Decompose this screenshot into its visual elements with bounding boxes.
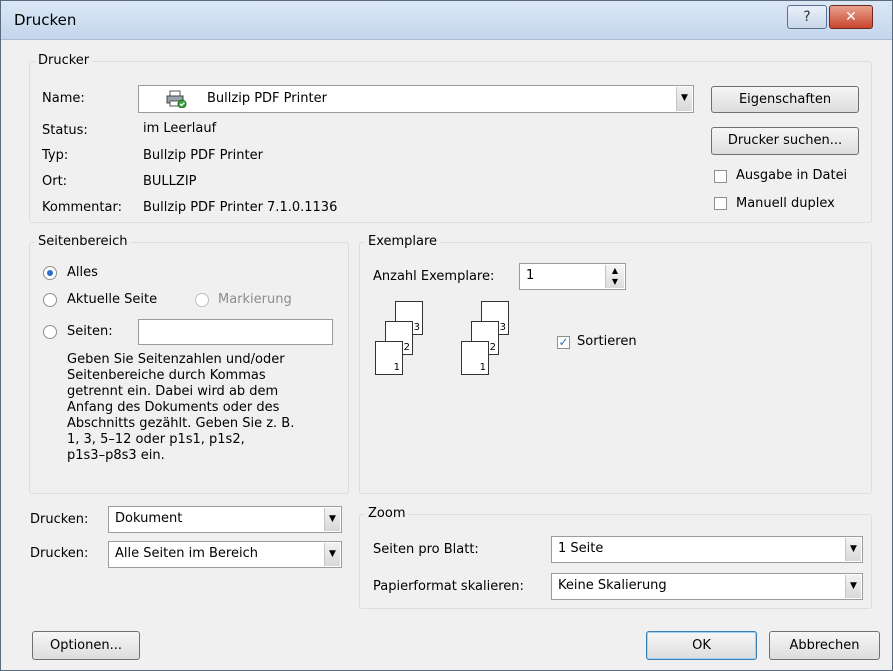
status-label: Status: bbox=[42, 123, 88, 138]
title-bar[interactable]: Drucken ? ✕ bbox=[1, 1, 892, 40]
pages-per-sheet-arrow[interactable]: ▼ bbox=[845, 538, 861, 561]
page-range-group-label: Seitenbereich bbox=[35, 234, 131, 249]
collate-label[interactable]: Sortieren bbox=[577, 334, 637, 349]
hint-line: Seitenbereiche durch Kommas bbox=[67, 368, 266, 383]
pages-per-sheet-select[interactable]: 1 Seite ▼ bbox=[551, 536, 863, 563]
printer-name-select[interactable]: Bullzip PDF Printer ▼ bbox=[138, 85, 694, 113]
range-current-page-radio[interactable] bbox=[43, 293, 57, 307]
range-all-radio[interactable] bbox=[43, 266, 57, 280]
collate-checkbox[interactable]: ✓ bbox=[557, 336, 570, 349]
range-selection-label: Markierung bbox=[218, 292, 292, 307]
collated-stack-icon: 3 2 1 bbox=[459, 301, 519, 381]
print-what-label: Drucken: bbox=[30, 512, 89, 527]
location-value: BULLZIP bbox=[143, 174, 197, 189]
scale-select[interactable]: Keine Skalierung ▼ bbox=[551, 573, 863, 600]
print-what-select[interactable]: Dokument ▼ bbox=[108, 506, 342, 533]
print-to-file-checkbox[interactable] bbox=[714, 170, 727, 183]
print-to-file-label[interactable]: Ausgabe in Datei bbox=[736, 168, 847, 183]
printer-name-label: Name: bbox=[42, 91, 85, 106]
chevron-down-icon: ▼ bbox=[850, 543, 857, 554]
chevron-down-icon: ▼ bbox=[329, 548, 336, 559]
manual-duplex-checkbox[interactable] bbox=[714, 197, 727, 210]
print-pages-select[interactable]: Alle Seiten im Bereich ▼ bbox=[108, 541, 342, 568]
ok-button[interactable]: OK bbox=[646, 631, 757, 660]
print-pages-arrow[interactable]: ▼ bbox=[324, 543, 340, 566]
zoom-group-label: Zoom bbox=[365, 506, 409, 521]
pages-per-sheet-label: Seiten pro Blatt: bbox=[373, 542, 479, 557]
location-label: Ort: bbox=[42, 174, 68, 189]
comment-value: Bullzip PDF Printer 7.1.0.1136 bbox=[143, 200, 338, 215]
printer-dropdown-arrow[interactable]: ▼ bbox=[676, 87, 692, 111]
hint-line: Geben Sie Seitenzahlen und/oder bbox=[67, 352, 285, 367]
copies-count-label: Anzahl Exemplare: bbox=[373, 269, 495, 284]
range-pages-radio[interactable] bbox=[43, 325, 57, 339]
options-button[interactable]: Optionen... bbox=[32, 631, 140, 660]
print-dialog: Drucken ? ✕ Drucker Name: Bullzip PDF Pr… bbox=[0, 0, 893, 671]
printer-name-value: Bullzip PDF Printer bbox=[207, 91, 327, 106]
window-title: Drucken bbox=[14, 11, 77, 29]
manual-duplex-label[interactable]: Manuell duplex bbox=[736, 196, 835, 211]
chevron-down-icon: ▼ bbox=[681, 93, 688, 103]
scale-value: Keine Skalierung bbox=[558, 578, 667, 593]
range-current-page-label[interactable]: Aktuelle Seite bbox=[67, 292, 157, 307]
copies-spinner[interactable]: ▲ ▼ bbox=[605, 265, 624, 288]
scale-label: Papierformat skalieren: bbox=[373, 579, 524, 594]
range-hint: Geben Sie Seitenzahlen und/oder Seitenbe… bbox=[67, 352, 294, 464]
pages-per-sheet-value: 1 Seite bbox=[558, 541, 604, 556]
range-selection-radio bbox=[195, 293, 209, 307]
type-label: Typ: bbox=[42, 148, 69, 163]
print-pages-value: Alle Seiten im Bereich bbox=[115, 546, 258, 561]
spinner-down-icon[interactable]: ▼ bbox=[606, 276, 624, 287]
cancel-button[interactable]: Abbrechen bbox=[769, 631, 880, 660]
find-printer-button[interactable]: Drucker suchen... bbox=[711, 127, 859, 155]
help-button[interactable]: ? bbox=[787, 5, 827, 29]
status-value: im Leerlauf bbox=[143, 121, 217, 136]
pages-input[interactable] bbox=[138, 319, 333, 345]
hint-line: getrennt ein. Dabei wird ab dem bbox=[67, 384, 279, 399]
page-1: 1 bbox=[461, 341, 489, 375]
range-pages-label[interactable]: Seiten: bbox=[67, 324, 113, 339]
copies-group-label: Exemplare bbox=[365, 234, 441, 249]
print-what-value: Dokument bbox=[115, 511, 183, 526]
comment-label: Kommentar: bbox=[42, 200, 122, 215]
hint-line: Anfang des Dokuments oder des bbox=[67, 400, 280, 415]
copies-count-value: 1 bbox=[526, 268, 535, 283]
print-what-arrow[interactable]: ▼ bbox=[324, 508, 340, 531]
hint-line: p1s3–p8s3 ein. bbox=[67, 448, 165, 463]
spinner-up-icon[interactable]: ▲ bbox=[606, 265, 624, 276]
hint-line: Abschnitts gezählt. Geben Sie z. B. bbox=[67, 416, 295, 431]
range-all-label[interactable]: Alles bbox=[67, 265, 98, 280]
collated-stack-icon: 3 2 1 bbox=[373, 301, 433, 381]
printer-group-label: Drucker bbox=[35, 53, 93, 68]
printer-icon bbox=[165, 90, 187, 109]
print-pages-label: Drucken: bbox=[30, 546, 89, 561]
close-button[interactable]: ✕ bbox=[829, 5, 873, 29]
properties-button[interactable]: Eigenschaften bbox=[711, 86, 859, 113]
scale-arrow[interactable]: ▼ bbox=[845, 575, 861, 598]
hint-line: 1, 3, 5–12 oder p1s1, p1s2, bbox=[67, 432, 245, 447]
type-value: Bullzip PDF Printer bbox=[143, 148, 263, 163]
page-1: 1 bbox=[375, 341, 403, 375]
chevron-down-icon: ▼ bbox=[329, 513, 336, 524]
chevron-down-icon: ▼ bbox=[850, 580, 857, 591]
copies-count-input[interactable]: 1 ▲ ▼ bbox=[519, 263, 626, 290]
